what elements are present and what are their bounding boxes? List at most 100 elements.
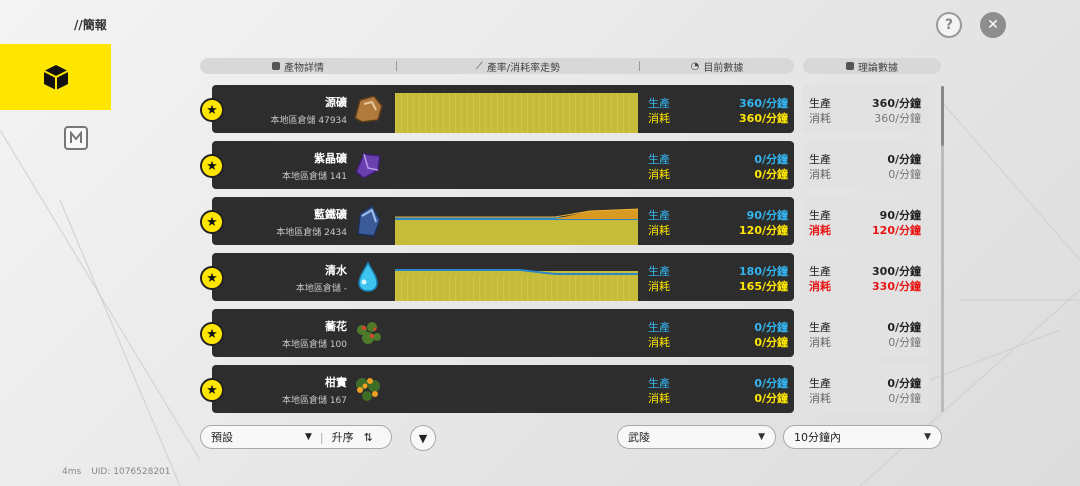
header-current-label: 目前數據	[703, 62, 744, 74]
region-select[interactable]: 武陵 ▼	[617, 425, 776, 449]
status-bar: 4ms UID: 1076528201	[62, 467, 171, 477]
box-icon	[846, 62, 854, 70]
consume-label: 消耗	[648, 224, 670, 237]
product-card[interactable]: 柑實 本地區倉儲 167 生產 0/分鐘 消耗 0/分鐘	[212, 365, 794, 413]
consume-label: 消耗	[809, 336, 831, 349]
product-card[interactable]: 源礦 本地區倉儲 47934 生產 360/分鐘 消耗 360/分鐘	[212, 85, 794, 133]
divider: |	[319, 430, 324, 444]
help-icon[interactable]: ?	[936, 12, 962, 38]
side-tab-overview[interactable]	[0, 44, 111, 110]
header-trend: ⟋ 產率/消耗率走勢	[397, 58, 639, 74]
filter-button[interactable]: ▼	[410, 425, 436, 451]
produce-label: 生產	[809, 265, 831, 278]
close-icon[interactable]: ✕	[980, 12, 1006, 38]
theory-consume-value: 0/分鐘	[888, 336, 921, 349]
favorite-star-icon[interactable]: ★	[200, 322, 224, 346]
consume-label: 消耗	[809, 280, 831, 293]
ore-icon	[350, 92, 386, 126]
ping-label: 4ms	[62, 467, 82, 477]
current-consume-value: 0/分鐘	[754, 392, 788, 405]
time-range-select[interactable]: 10分鐘內 ▼	[783, 425, 942, 449]
scrollbar[interactable]	[941, 86, 944, 412]
produce-label: 生產	[648, 153, 670, 166]
product-stock: 本地區倉儲 47934	[270, 116, 348, 126]
sort-controls: 預設 ▼ | 升序 ⇅	[200, 425, 392, 449]
route-glyph	[70, 131, 82, 143]
product-card[interactable]: 紫晶礦 本地區倉儲 141 生產 0/分鐘 消耗 0/分鐘	[212, 141, 794, 189]
favorite-star-icon[interactable]: ★	[200, 154, 224, 178]
product-card[interactable]: 清水 本地區倉儲 - 生產 180/分鐘 消耗 165/分鐘	[212, 253, 794, 301]
produce-label: 生產	[809, 209, 831, 222]
header-theory-label: 理論數據	[858, 62, 898, 74]
product-name: 清水	[325, 264, 347, 277]
time-range-value: 10分鐘內	[794, 431, 841, 444]
product-card[interactable]: 藍鐵礦 本地區倉儲 2434 生產 90/分鐘 消耗 120/分鐘	[212, 197, 794, 245]
trend-chart	[395, 373, 638, 413]
current-produce-value: 0/分鐘	[754, 321, 788, 334]
consume-label: 消耗	[809, 224, 831, 237]
consume-label: 消耗	[648, 280, 670, 293]
theory-produce-value: 0/分鐘	[887, 377, 921, 390]
theory-produce-value: 0/分鐘	[887, 321, 921, 334]
chevron-down-icon: ▼	[305, 432, 312, 442]
product-name: 藍鐵礦	[314, 208, 347, 221]
favorite-star-icon[interactable]: ★	[200, 378, 224, 402]
product-name: 蕎花	[325, 320, 347, 333]
chevron-down-icon: ▼	[924, 432, 931, 442]
current-consume-value: 360/分鐘	[739, 112, 788, 125]
theory-produce-value: 300/分鐘	[872, 265, 921, 278]
product-name-block: 藍鐵礦 本地區倉儲 2434	[276, 206, 347, 238]
trend-chart	[395, 261, 638, 301]
bottom-toolbar: 預設 ▼ | 升序 ⇅ ▼ 武陵 ▼ 10分鐘內 ▼	[0, 425, 1080, 451]
route-icon[interactable]	[64, 126, 88, 150]
header-product-label: 產物詳情	[284, 62, 324, 74]
theory-consume-value: 0/分鐘	[888, 392, 921, 405]
scrollbar-thumb[interactable]	[941, 86, 944, 146]
cube-icon	[43, 65, 68, 90]
fruit-icon	[350, 372, 386, 406]
product-name: 紫晶礦	[314, 152, 347, 165]
current-produce-value: 90/分鐘	[746, 209, 788, 222]
trend-icon: ⟋	[475, 60, 483, 72]
product-name-block: 蕎花 本地區倉儲 100	[282, 318, 347, 350]
consume-label: 消耗	[809, 168, 831, 181]
filter-icon: ▼	[418, 431, 428, 445]
trend-chart	[395, 149, 638, 189]
produce-label: 生產	[648, 265, 670, 278]
theory-rates: 生產 90/分鐘 消耗 120/分鐘	[803, 197, 929, 245]
product-name-block: 柑實 本地區倉儲 167	[282, 374, 347, 406]
plant-icon	[350, 316, 386, 350]
sort-icon: ⇅	[363, 430, 373, 444]
chevron-down-icon: ▼	[758, 432, 765, 442]
table-row[interactable]: ★ 蕎花 本地區倉儲 100 生產 0/分鐘 消耗 0/分鐘 生產 0/分鐘 消耗 0/…	[197, 309, 942, 357]
consume-label: 消耗	[648, 112, 670, 125]
table-row[interactable]: ★ 源礦 本地區倉儲 47934 生產 360/分鐘 消耗 360/分鐘 生產 360…	[197, 85, 942, 133]
produce-label: 生產	[648, 377, 670, 390]
pie-icon: ◔	[690, 60, 700, 72]
current-rates: 生產 0/分鐘 消耗 0/分鐘	[648, 319, 788, 349]
produce-label: 生產	[809, 377, 831, 390]
table-row[interactable]: ★ 柑實 本地區倉儲 167 生產 0/分鐘 消耗 0/分鐘 生產 0/分鐘 消耗 0/…	[197, 365, 942, 413]
product-card[interactable]: 蕎花 本地區倉儲 100 生產 0/分鐘 消耗 0/分鐘	[212, 309, 794, 357]
table-row[interactable]: ★ 紫晶礦 本地區倉儲 141 生產 0/分鐘 消耗 0/分鐘 生產 0/分鐘 消耗 0…	[197, 141, 942, 189]
current-consume-value: 0/分鐘	[754, 336, 788, 349]
theory-consume-value: 330/分鐘	[872, 280, 921, 293]
favorite-star-icon[interactable]: ★	[200, 98, 224, 122]
favorite-star-icon[interactable]: ★	[200, 210, 224, 234]
header-theory: 理論數據	[803, 58, 941, 74]
table-row[interactable]: ★ 藍鐵礦 本地區倉儲 2434 生產 90/分鐘 消耗 120/分鐘 生產 90/分…	[197, 197, 942, 245]
sort-order-toggle[interactable]: 升序	[332, 429, 354, 445]
product-name-block: 源礦 本地區倉儲 47934	[271, 94, 348, 126]
product-name: 柑實	[325, 376, 347, 389]
current-produce-value: 0/分鐘	[754, 153, 788, 166]
current-rates: 生產 180/分鐘 消耗 165/分鐘	[648, 263, 788, 293]
produce-label: 生產	[648, 209, 670, 222]
theory-consume-value: 0/分鐘	[888, 168, 921, 181]
table-row[interactable]: ★ 清水 本地區倉儲 - 生產 180/分鐘 消耗 165/分鐘 生產 300/分鐘 …	[197, 253, 942, 301]
sort-preset-select[interactable]: 預設	[211, 429, 291, 445]
product-stock: 本地區倉儲 141	[281, 172, 347, 182]
theory-produce-value: 360/分鐘	[872, 97, 921, 110]
product-stock: 本地區倉儲 2434	[276, 228, 347, 238]
produce-label: 生產	[809, 97, 831, 110]
favorite-star-icon[interactable]: ★	[200, 266, 224, 290]
